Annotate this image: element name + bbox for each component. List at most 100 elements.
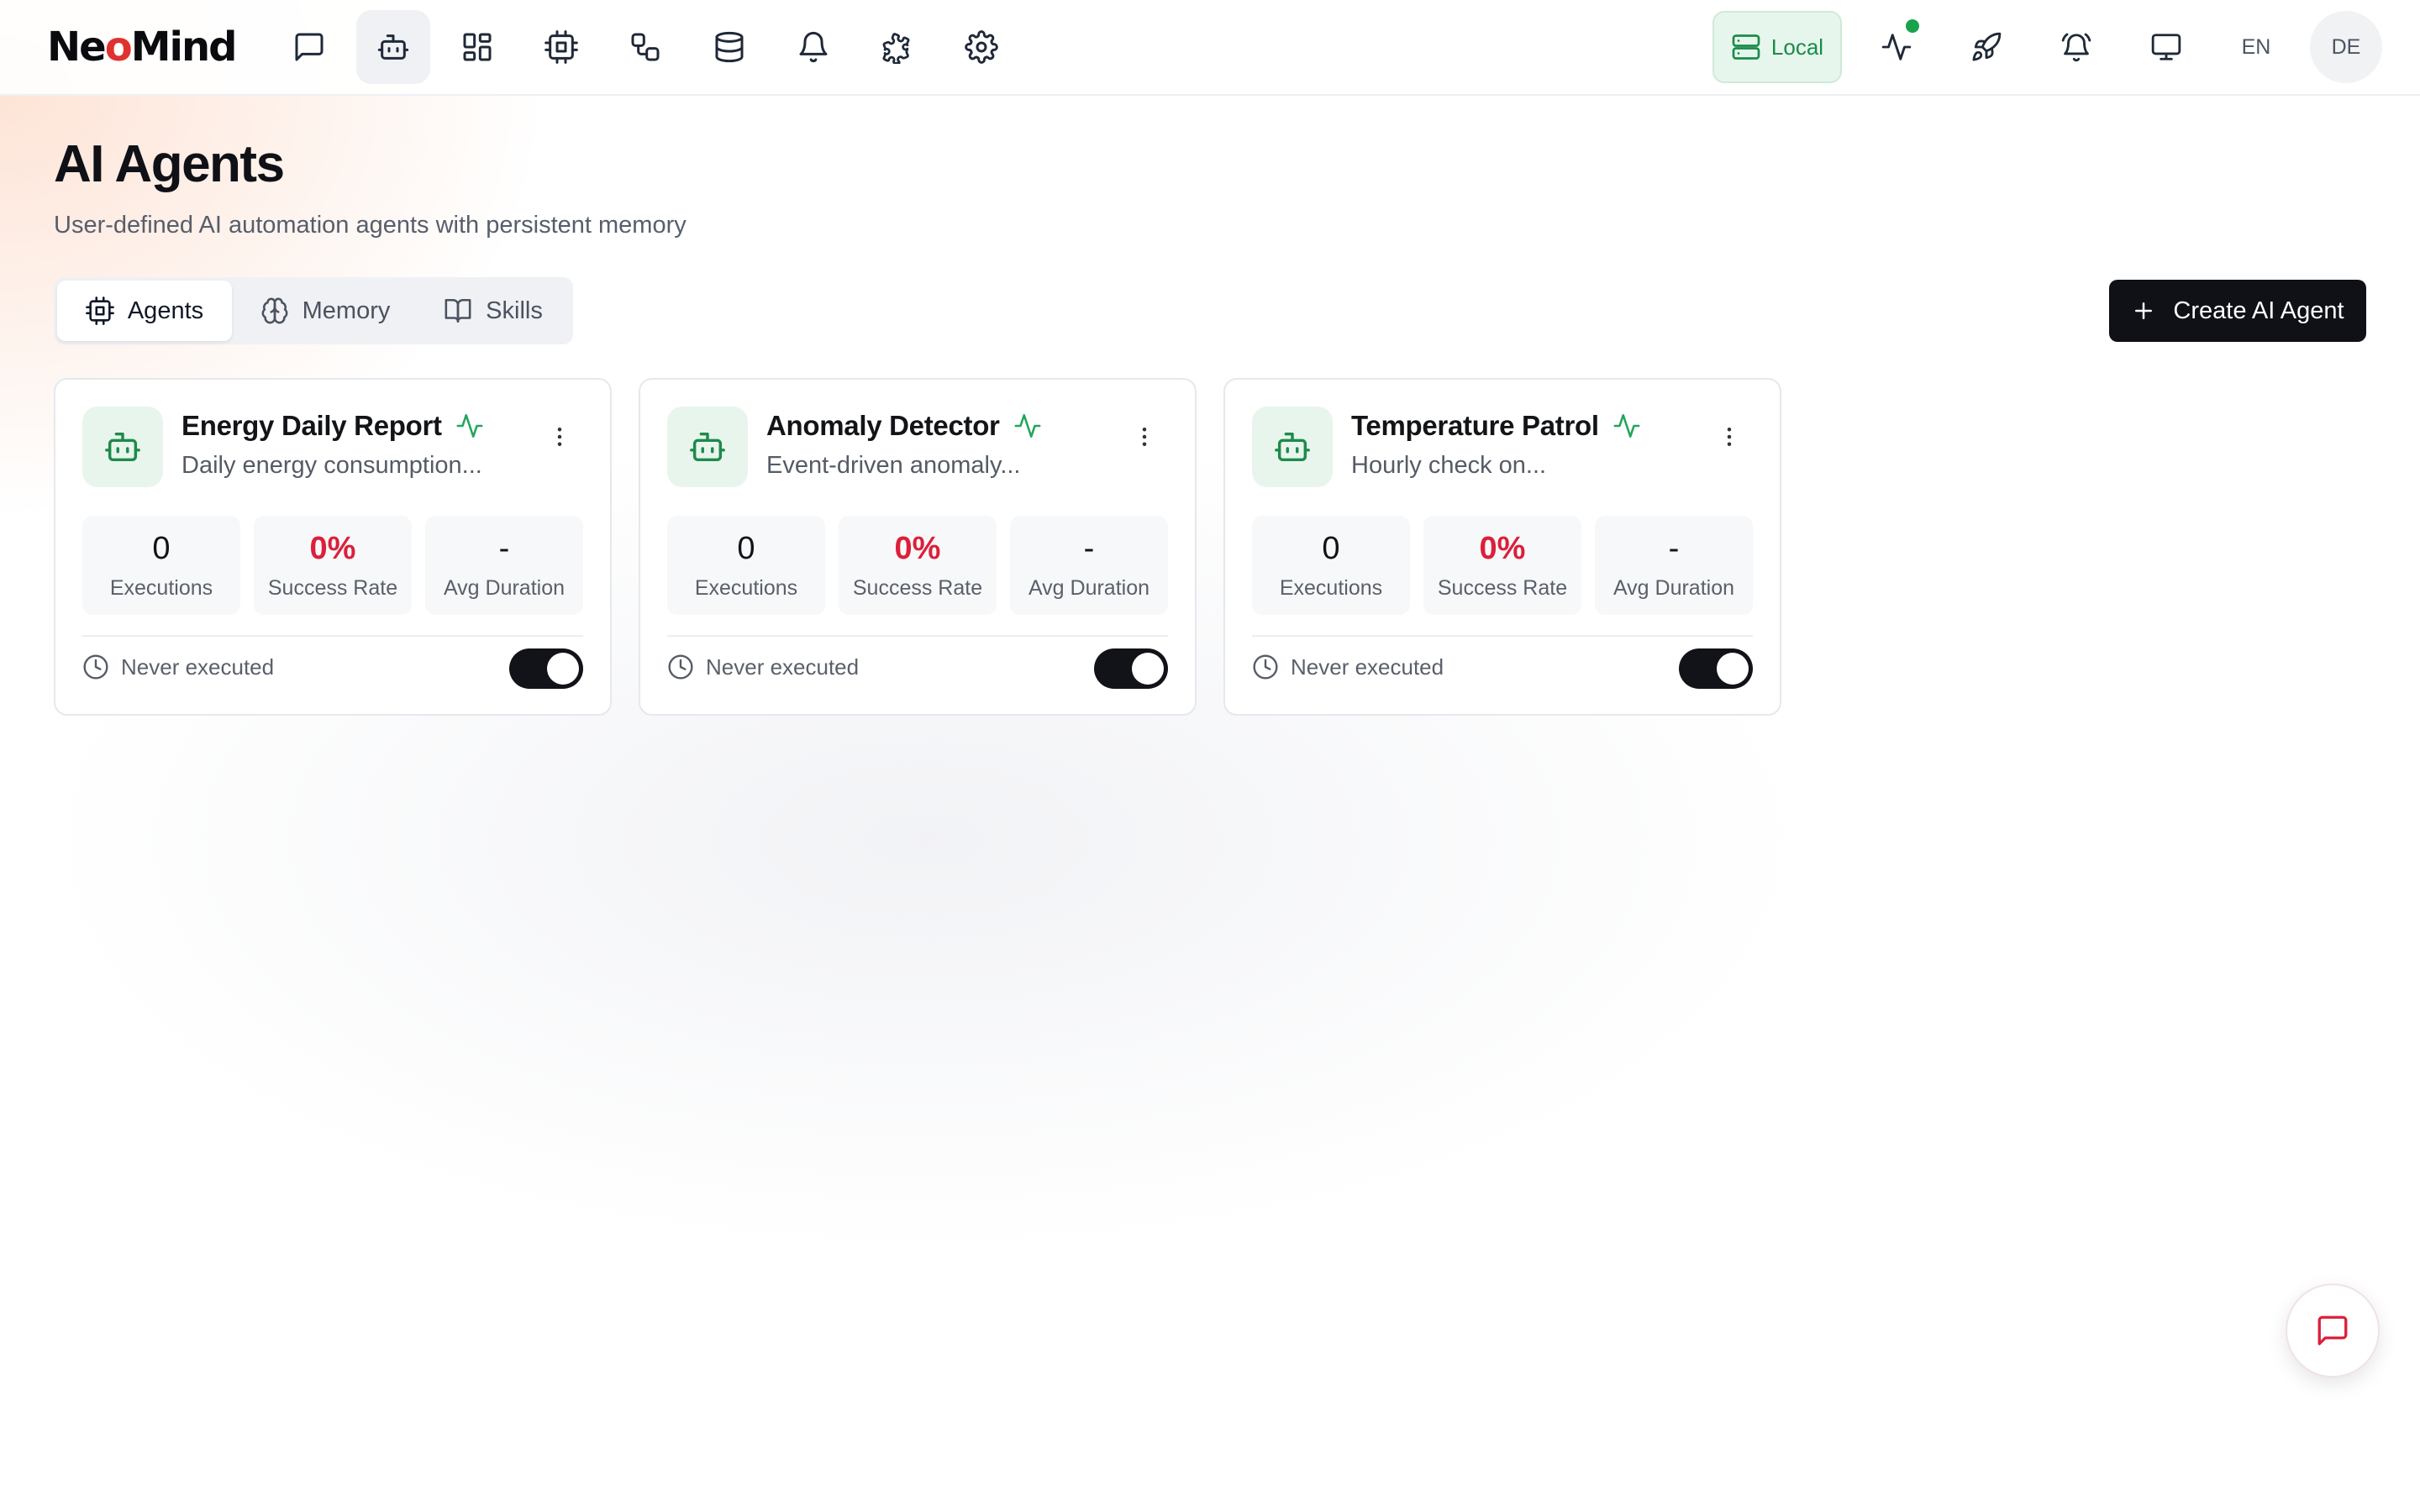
nav-dashboard-button[interactable] xyxy=(440,10,514,84)
agent-enabled-toggle[interactable] xyxy=(1679,648,1753,689)
toggle-knob xyxy=(1717,653,1749,685)
language-en-button[interactable]: EN xyxy=(2220,11,2292,83)
tab-agents-label: Agents xyxy=(127,297,204,324)
stat-success-rate: 0% Success Rate xyxy=(1423,516,1581,615)
agent-last-run-text: Never executed xyxy=(1291,654,1444,680)
clock-icon xyxy=(668,654,693,680)
bell-icon xyxy=(799,31,828,63)
agent-name: Energy Daily Report xyxy=(182,410,442,441)
agent-more-menu-button[interactable] xyxy=(543,418,576,455)
agent-more-menu-button[interactable] xyxy=(1128,418,1161,455)
nav-settings-button[interactable] xyxy=(944,10,1018,84)
stat-executions: 0 Executions xyxy=(1252,516,1410,615)
agent-description: Hourly check on... xyxy=(1351,452,1547,479)
alarm-bell-icon xyxy=(2061,33,2091,62)
create-ai-agent-button[interactable]: Create AI Agent xyxy=(2109,280,2366,342)
stat-success-rate-label: Success Rate xyxy=(267,576,398,600)
activity-button[interactable] xyxy=(1860,11,1933,83)
agent-last-run-text: Never executed xyxy=(706,654,860,680)
stat-avg-duration: - Avg Duration xyxy=(1010,516,1168,615)
clock-icon xyxy=(1253,654,1278,680)
agent-last-run: Never executed xyxy=(82,654,274,680)
tab-skills[interactable]: Skills xyxy=(417,281,570,341)
stat-avg-duration-label: Avg Duration xyxy=(443,576,566,600)
tab-memory[interactable]: Memory xyxy=(237,281,413,341)
toggle-knob xyxy=(1132,653,1164,685)
layout-grid-icon xyxy=(463,33,492,61)
message-square-icon xyxy=(2317,1315,2348,1346)
agent-name: Temperature Patrol xyxy=(1351,410,1599,441)
stat-executions-label: Executions xyxy=(109,576,213,600)
agent-tabs: Agents Memory Skills xyxy=(54,277,573,344)
local-backend-button[interactable]: Local xyxy=(1712,11,1842,83)
agent-card-anomaly-detector[interactable]: Anomaly Detector Event-driven anomaly...… xyxy=(639,378,1197,716)
agent-title-row: Temperature Patrol xyxy=(1351,410,1641,442)
app-logo[interactable]: NeoMind xyxy=(47,20,237,74)
create-ai-agent-label: Create AI Agent xyxy=(2173,297,2344,324)
monitor-icon xyxy=(2151,34,2181,60)
nav-alerts-button[interactable] xyxy=(776,10,850,84)
stat-executions: 0 Executions xyxy=(82,516,240,615)
agent-avatar xyxy=(82,407,163,487)
agent-description: Event-driven anomaly... xyxy=(766,452,1021,479)
agent-last-run-text: Never executed xyxy=(121,654,275,680)
tab-agents[interactable]: Agents xyxy=(57,281,232,341)
nav-automation-button[interactable] xyxy=(608,10,682,84)
activity-icon xyxy=(456,413,483,438)
stat-avg-duration: - Avg Duration xyxy=(1595,516,1753,615)
cpu-icon xyxy=(544,30,578,64)
card-divider xyxy=(82,635,583,637)
agent-avatar xyxy=(1252,407,1333,487)
quick-start-button[interactable] xyxy=(1950,11,2023,83)
bot-icon xyxy=(105,432,140,462)
agent-card-energy-daily-report[interactable]: Energy Daily Report Daily energy consump… xyxy=(54,378,612,716)
gear-icon xyxy=(965,30,998,64)
page-subtitle: User-defined AI automation agents with p… xyxy=(54,212,687,239)
stat-success-rate-value: 0% xyxy=(894,531,941,566)
agent-title-row: Anomaly Detector xyxy=(766,410,1042,442)
stat-avg-duration: - Avg Duration xyxy=(425,516,583,615)
nav-data-button[interactable] xyxy=(692,10,766,84)
nav-chat-button[interactable] xyxy=(272,10,346,84)
brain-icon xyxy=(261,297,288,324)
status-online-dot xyxy=(1906,19,1919,33)
rocket-icon xyxy=(1972,32,2002,61)
stat-success-rate-value: 0% xyxy=(309,531,356,566)
local-label: Local xyxy=(1770,34,1824,60)
agent-last-run: Never executed xyxy=(667,654,859,680)
stat-success-rate: 0% Success Rate xyxy=(254,516,412,615)
agent-more-menu-button[interactable] xyxy=(1712,418,1746,455)
floating-chat-button[interactable] xyxy=(2286,1284,2380,1378)
page-title: AI Agents xyxy=(54,135,285,193)
stat-avg-duration-value: - xyxy=(1083,531,1095,566)
stat-success-rate: 0% Success Rate xyxy=(839,516,997,615)
agent-avatar xyxy=(667,407,748,487)
book-open-icon xyxy=(445,298,471,323)
stat-success-rate-label: Success Rate xyxy=(852,576,983,600)
workflow-icon xyxy=(631,33,660,61)
display-button[interactable] xyxy=(2130,11,2202,83)
agent-card-temperature-patrol[interactable]: Temperature Patrol Hourly check on... 0 … xyxy=(1223,378,1781,716)
stat-avg-duration-value: - xyxy=(1668,531,1680,566)
nav-agents-button[interactable] xyxy=(356,10,430,84)
stat-executions: 0 Executions xyxy=(667,516,825,615)
nav-devices-button[interactable] xyxy=(524,10,598,84)
user-avatar-button[interactable]: DE xyxy=(2310,11,2382,83)
toggle-knob xyxy=(547,653,579,685)
bot-icon xyxy=(1275,432,1310,462)
clock-icon xyxy=(83,654,108,680)
nav-extensions-button[interactable] xyxy=(860,10,934,84)
more-vertical-icon xyxy=(557,428,562,446)
activity-icon xyxy=(1881,34,1912,60)
card-divider xyxy=(1252,635,1753,637)
stat-executions-value: 0 xyxy=(152,531,171,566)
top-navigation-bar: NeoMind Local EN DE xyxy=(0,0,2420,96)
activity-icon xyxy=(1613,413,1640,438)
agent-description: Daily energy consumption... xyxy=(182,452,482,479)
bot-icon xyxy=(377,34,409,60)
tab-memory-label: Memory xyxy=(302,297,391,324)
alarm-button[interactable] xyxy=(2040,11,2112,83)
agent-enabled-toggle[interactable] xyxy=(509,648,583,689)
agent-enabled-toggle[interactable] xyxy=(1094,648,1168,689)
card-divider xyxy=(667,635,1168,637)
